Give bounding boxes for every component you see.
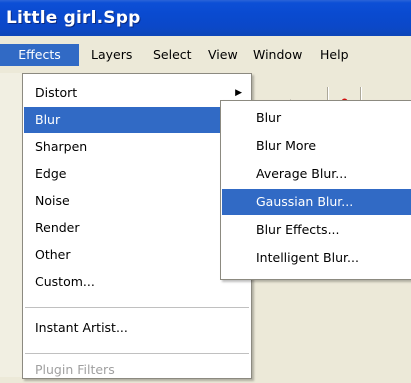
submenu-item-intelligent-blur[interactable]: Intelligent Blur... [222,245,411,271]
menu-effects[interactable]: Effects [0,44,79,66]
menu-item-label: Distort [35,85,78,100]
menu-item-label: Intelligent Blur... [256,250,359,265]
menu-item-label: Gaussian Blur... [256,194,354,209]
menu-item-instant-artist[interactable]: Instant Artist... [24,315,250,341]
effects-menu: Distort ▶ Blur ▶ Sharpen ▶ Edge ▶ Noise … [22,73,252,379]
menu-item-edge[interactable]: Edge ▶ [24,161,250,187]
menu-item-sharpen[interactable]: Sharpen ▶ [24,134,250,160]
submenu-item-blur-more[interactable]: Blur More [222,133,411,159]
menu-view[interactable]: View [208,45,238,65]
menu-item-label: Custom... [35,274,95,289]
menu-item-label: Other [35,247,71,262]
left-tool-strip [0,73,22,377]
submenu-item-blur[interactable]: Blur [222,105,411,131]
menu-item-plugin-filters: Plugin Filters [24,357,250,383]
menu-item-label: Sharpen [35,139,88,154]
menu-item-custom[interactable]: Custom... [24,269,250,295]
window-title: Little girl.Spp [6,8,141,28]
menu-layers[interactable]: Layers [91,45,132,65]
submenu-item-gaussian-blur[interactable]: Gaussian Blur... [222,189,411,215]
submenu-item-blur-effects[interactable]: Blur Effects... [222,217,411,243]
menu-item-blur[interactable]: Blur ▶ [24,107,250,133]
menu-item-label: Blur More [256,138,317,153]
menu-item-label: Render [35,220,80,235]
menu-select[interactable]: Select [153,45,192,65]
submenu-item-average-blur[interactable]: Average Blur... [222,161,411,187]
blur-submenu: Blur Blur More Average Blur... Gaussian … [220,100,411,280]
menu-item-label: Edge [35,166,67,181]
menu-item-distort[interactable]: Distort ▶ [24,80,250,106]
window-titlebar: Little girl.Spp [0,0,411,36]
menu-window[interactable]: Window [253,45,302,65]
menu-item-label: Average Blur... [256,166,348,181]
menu-item-label: Noise [35,193,70,208]
menu-help[interactable]: Help [320,45,349,65]
menu-separator [25,353,249,354]
menu-item-label: Blur Effects... [256,222,340,237]
menubar: Effects Layers Select View Window Help [0,36,411,73]
menu-item-noise[interactable]: Noise ▶ [24,188,250,214]
menu-item-label: Instant Artist... [35,320,128,335]
menu-item-render[interactable]: Render ▶ [24,215,250,241]
menu-item-label: Blur [35,112,61,127]
menu-item-label: Plugin Filters [35,362,115,377]
menu-item-other[interactable]: Other ▶ [24,242,250,268]
menu-separator [25,307,249,308]
menu-item-label: Blur [256,110,282,125]
